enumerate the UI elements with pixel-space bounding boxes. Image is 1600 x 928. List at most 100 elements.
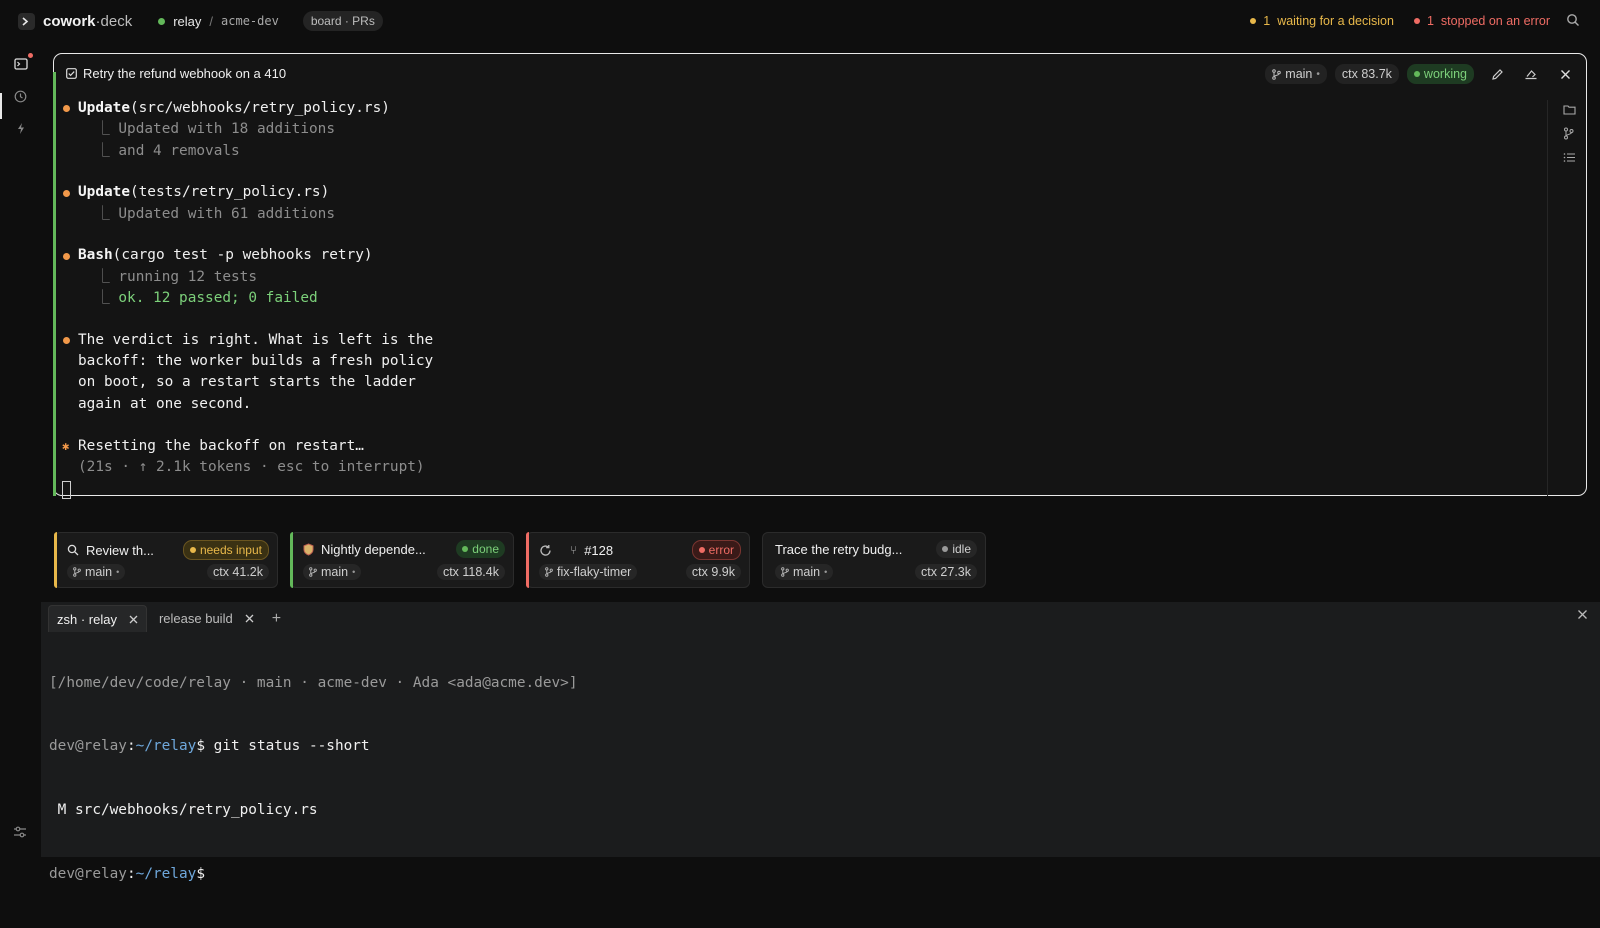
git-branch-icon (1272, 68, 1282, 80)
board-pill[interactable]: board · PRs (302, 11, 383, 31)
lightning-icon (16, 122, 26, 135)
refresh-icon (539, 544, 552, 557)
panel-divider (1547, 100, 1548, 496)
bullet-dot (63, 337, 70, 345)
waiting-label: waiting for a decision (1277, 14, 1394, 28)
repo-status-dot (158, 17, 166, 25)
card-title: #128 (584, 542, 614, 558)
spinner-icon: ✱ (62, 438, 70, 453)
active-session-panel[interactable]: Retry the refund webhook on a 410 main •… (53, 53, 1587, 500)
close-icon[interactable] (1577, 609, 1588, 620)
session-card[interactable]: ⑂ #128 error fix-flaky-timer ctx 9.9k (526, 532, 750, 588)
assistant-message-line: again at one second. (78, 395, 252, 412)
status-badge: working (1406, 64, 1474, 84)
card-title: Trace the retry budg... (775, 541, 903, 557)
status-badge: idle (936, 540, 977, 558)
shield-icon (303, 542, 314, 556)
branch-chip: fix-flaky-timer (539, 564, 638, 580)
card-accent (54, 532, 57, 588)
close-icon[interactable] (129, 615, 138, 624)
settings-sliders-icon[interactable] (13, 826, 27, 838)
transcript-subline: ⎿ and 4 removals (78, 142, 240, 159)
status-badge: done (456, 540, 505, 558)
git-branch-icon (781, 567, 789, 577)
list-icon[interactable] (1563, 152, 1576, 163)
git-branch-icon (309, 567, 317, 577)
transcript-subline: ⎿ running 12 tests (78, 268, 258, 285)
rail-automations[interactable] (0, 114, 41, 142)
brand-name: cowork·deck (43, 12, 133, 30)
checkbox-icon (66, 68, 77, 79)
session-cards: Review th... needs input main • ctx 41.2k… (54, 532, 986, 588)
prompt-line[interactable]: dev@relay:~/relay$ (49, 864, 578, 885)
status-dot (1413, 71, 1420, 77)
session-side-tools (1563, 104, 1576, 163)
close-icon[interactable] (1554, 63, 1576, 85)
transcript-entry: Update (tests/retry_policy.rs) (62, 182, 433, 203)
status-badge: error (691, 540, 741, 560)
session-header-controls: main • ctx 83.7k working (1265, 63, 1576, 85)
branch-name: main (1285, 67, 1313, 81)
context-line: [/home/dev/code/relay · main · acme-dev … (49, 674, 578, 691)
terminal-tab[interactable]: release build (151, 606, 262, 632)
notification-dot (27, 53, 33, 58)
input-cursor[interactable] (62, 478, 433, 500)
eraser-icon[interactable] (1520, 63, 1542, 85)
waiting-count: 1 (1263, 14, 1271, 28)
branch-chip: main • (775, 564, 834, 580)
close-icon[interactable] (245, 614, 254, 623)
terminal-tab[interactable]: zsh · relay (48, 605, 147, 632)
session-status-accent (53, 72, 56, 496)
status-label: working (1423, 67, 1467, 81)
branch-chip: main • (303, 564, 362, 580)
session-card[interactable]: Trace the retry budg... idle main • ctx 2… (762, 532, 986, 588)
bullet-dot (63, 189, 70, 197)
card-title: Review th... (86, 542, 154, 558)
git-branch-icon (545, 567, 553, 577)
rail-history[interactable] (0, 82, 41, 110)
workspace-name: acme-dev (221, 14, 279, 28)
branch-chip: main • (67, 564, 126, 580)
pencil-icon[interactable] (1486, 63, 1508, 85)
spinner-status: ✱ Resetting the backoff on restart… (62, 436, 433, 457)
alerts: 1 waiting for a decision 1 stopped on an… (1250, 0, 1550, 42)
bullet-dot (63, 252, 70, 260)
assistant-message-line: on boot, so a restart starts the ladder (78, 374, 416, 391)
folder-icon[interactable] (1563, 104, 1576, 115)
top-bar: cowork·deck relay / acme-dev board · PRs… (0, 0, 1600, 42)
error-label: stopped on an error (1440, 14, 1550, 28)
command-output: M src/webhooks/retry_policy.rs (49, 802, 318, 819)
brand[interactable]: cowork·deck (18, 12, 133, 30)
rail-sessions[interactable] (0, 50, 41, 78)
context-chip: ctx 118.4k (436, 564, 505, 580)
add-tab-button[interactable]: + (272, 610, 281, 628)
left-rail (0, 42, 41, 857)
error-alert[interactable]: 1 stopped on an error (1413, 14, 1550, 28)
terminal-panel[interactable]: zsh · relay release build + [/home/dev/c… (41, 602, 1600, 882)
transcript-entry: Bash (cargo test -p webhooks retry) (62, 245, 433, 266)
waiting-alert[interactable]: 1 waiting for a decision (1250, 14, 1394, 28)
assistant-message: The verdict is right. What is left is th… (62, 330, 433, 351)
terminal-logo-icon (18, 12, 35, 30)
terminal-window-icon (13, 53, 33, 70)
search-icon[interactable] (1566, 13, 1580, 27)
git-branch-icon[interactable] (1563, 127, 1576, 140)
search-icon (67, 544, 79, 556)
card-accent (526, 532, 529, 588)
pull-request-icon: ⑂ (570, 543, 578, 557)
breadcrumb-separator: / (209, 13, 214, 29)
branch-chip[interactable]: main • (1265, 64, 1327, 84)
session-card[interactable]: Review th... needs input main • ctx 41.2k (54, 532, 278, 588)
error-dot (1413, 18, 1420, 24)
prompt-line: dev@relay:~/relay$ git status --short (49, 738, 370, 755)
assistant-message-line: backoff: the worker builds a fresh polic… (78, 353, 434, 370)
context-chip: ctx 83.7k (1334, 64, 1399, 84)
card-title: Nightly depende... (321, 541, 426, 557)
breadcrumb[interactable]: relay / acme-dev (158, 14, 279, 29)
spinner-meta: (21s · ↑ 2.1k tokens · esc to interrupt) (78, 458, 425, 475)
status-badge: needs input (182, 540, 269, 560)
session-card[interactable]: Nightly depende... done main • ctx 118.4k (290, 532, 514, 588)
terminal-output[interactable]: [/home/dev/code/relay · main · acme-dev … (49, 630, 578, 928)
repo-name: relay (173, 13, 202, 29)
session-transcript: Update (src/webhooks/retry_policy.rs) ⎿ U… (62, 98, 434, 500)
